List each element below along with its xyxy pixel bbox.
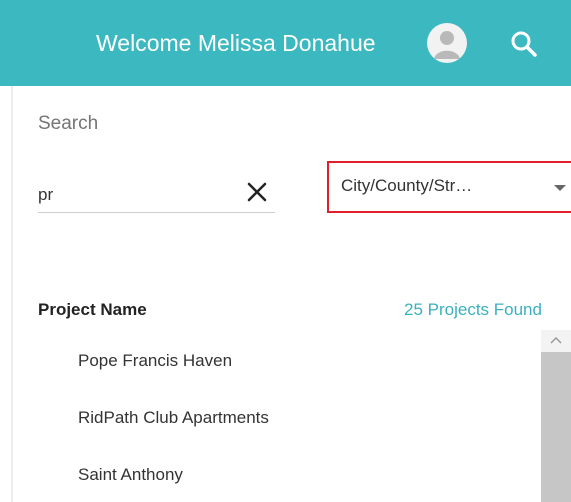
projects-found-count: 25 Projects Found xyxy=(404,300,542,319)
list-item[interactable]: RidPath Club Apartments xyxy=(78,408,269,428)
search-icon xyxy=(511,31,537,57)
app-header: Welcome Melissa Donahue xyxy=(0,0,571,86)
header-search-button[interactable] xyxy=(508,28,540,60)
scrollbar-thumb[interactable] xyxy=(541,352,571,502)
search-input[interactable] xyxy=(38,182,228,208)
app-window: Welcome Melissa Donahue Search City/Coun… xyxy=(0,0,571,502)
caret-down-icon xyxy=(554,185,566,191)
project-list: Pope Francis Haven RidPath Club Apartmen… xyxy=(0,330,540,502)
clear-search-button[interactable] xyxy=(245,180,269,204)
search-filter-selected: City/County/Str… xyxy=(341,176,473,195)
search-input-underline xyxy=(38,212,275,213)
project-name-header: Project Name xyxy=(38,300,147,319)
project-list-scrollbar[interactable] xyxy=(541,330,571,502)
search-filter-dropdown[interactable]: City/County/Str… xyxy=(327,161,571,213)
welcome-message: Welcome Melissa Donahue xyxy=(96,30,376,56)
list-item[interactable]: Pope Francis Haven xyxy=(78,351,232,371)
user-avatar-icon xyxy=(434,31,460,59)
close-icon xyxy=(247,182,267,202)
search-label: Search xyxy=(38,113,99,134)
user-avatar[interactable] xyxy=(427,23,467,63)
scroll-up-icon[interactable] xyxy=(550,336,562,344)
list-item[interactable]: Saint Anthony xyxy=(78,465,183,485)
